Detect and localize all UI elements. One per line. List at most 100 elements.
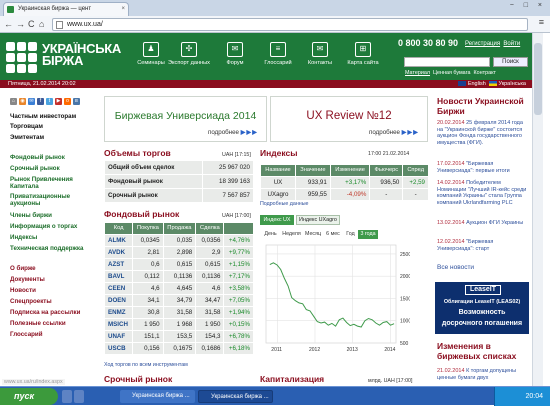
tab-index-ux[interactable]: Индекс UX bbox=[260, 215, 294, 225]
quicklaunch-icon[interactable] bbox=[62, 390, 72, 403]
register-link[interactable]: Регистрация bbox=[465, 41, 500, 47]
table-row[interactable]: ALMK 0,0345 0,035 0,0356 +4,76% bbox=[103, 234, 254, 247]
sidebar-item-links[interactable]: Полезные ссылки bbox=[10, 320, 92, 327]
sidebar-item-private-investors[interactable]: Частным инвесторам bbox=[10, 113, 92, 120]
current-date: Пятница, 21.02.2014 20:02 bbox=[8, 81, 76, 87]
home-icon[interactable]: ⌂ bbox=[39, 19, 44, 29]
news-item[interactable]: 13.02.2014 Аукцион ФГИ Украины bbox=[437, 220, 529, 227]
table-row[interactable]: USCB 0,156 0,1675 0,1686 +6,18% bbox=[103, 342, 254, 355]
start-button[interactable]: пуск bbox=[0, 388, 58, 405]
search-input[interactable] bbox=[404, 57, 490, 67]
wrench-menu-icon[interactable]: ≡ bbox=[539, 17, 544, 27]
stock-market-heading: Фондовый рынок bbox=[104, 209, 180, 219]
volumes-table: Общий объем сделок 25 967 020 Фондовый ры… bbox=[103, 160, 254, 203]
period-week[interactable]: Неделя bbox=[280, 230, 303, 239]
index-details-link[interactable]: Подробные данные bbox=[260, 201, 308, 207]
all-tools-link[interactable]: Ход торгов по всем инструментам bbox=[104, 362, 188, 368]
table-row[interactable]: ENMZ 30,8 31,58 31,58 +1,94% bbox=[103, 306, 254, 319]
sidebar-item-subscribe[interactable]: Подписка на рассылки bbox=[10, 309, 92, 316]
news-item[interactable]: 17.02.2014 "Биржевая Универсиада": первы… bbox=[437, 161, 529, 174]
lang-ukrainian[interactable]: Українська bbox=[498, 81, 526, 87]
leaseit-banner[interactable]: LeaseIT Облигации LeaseIT (LEAS02) Возмо… bbox=[435, 282, 529, 334]
quicklaunch-icon[interactable] bbox=[74, 390, 84, 403]
window-controls[interactable]: − □ × bbox=[510, 2, 546, 9]
table-row[interactable]: CEEN 4,6 4,645 4,6 +3,58% bbox=[103, 282, 254, 295]
reload-icon[interactable]: C bbox=[28, 19, 35, 29]
logo-text[interactable]: УКРАЇНСЬКА БІРЖА bbox=[42, 42, 121, 67]
sidebar-item-indices[interactable]: Индексы bbox=[10, 234, 92, 241]
twitter-icon[interactable]: t bbox=[46, 98, 53, 105]
search-button[interactable]: Поиск bbox=[493, 57, 528, 67]
banner-ux-review[interactable]: UX Review №12 подробнее ▶▶▶ bbox=[270, 96, 428, 142]
period-3years[interactable]: 3 года bbox=[358, 230, 378, 239]
table-row[interactable]: MSICH 1 950 1 968 1 950 +0,15% bbox=[103, 318, 254, 331]
scrollbar-thumb[interactable] bbox=[534, 43, 542, 115]
futures-heading: Срочный рынок bbox=[104, 374, 173, 384]
news-item[interactable]: 14.02.2014 Победителем Номинации "Лучший… bbox=[437, 180, 529, 206]
sidebar-item-members[interactable]: Члены биржи bbox=[10, 212, 92, 219]
taskbar-item[interactable]: Украинская биржа ... bbox=[120, 390, 195, 403]
sidebar-item-support[interactable]: Техническая поддержка bbox=[10, 245, 92, 252]
browser-tab[interactable]: Украинская биржа — цент × bbox=[3, 2, 129, 16]
chart-y-tick-label: 1500 bbox=[400, 296, 410, 302]
sidebar-item-trading-info[interactable]: Информация о торгах bbox=[10, 223, 92, 230]
close-tab-icon[interactable]: × bbox=[121, 3, 125, 15]
news-item[interactable]: 20.02.2014 25 февраля 2014 года на "Укра… bbox=[437, 120, 529, 146]
home-icon[interactable]: ⌂ bbox=[10, 98, 17, 105]
nav-forum[interactable]: ✉ Форум bbox=[212, 40, 258, 66]
browser-tab-strip: Украинская биржа — цент × − □ × bbox=[0, 0, 550, 16]
social-icons: ⌂ ◉ ✉ f t ▶ o в bbox=[10, 97, 82, 105]
sidebar-item-documents[interactable]: Документы bbox=[10, 276, 92, 283]
all-news-link[interactable]: Все новости bbox=[437, 264, 529, 272]
sidebar-item-glossary[interactable]: Глоссарий bbox=[10, 331, 92, 338]
sidebar-item-futures[interactable]: Срочный рынок bbox=[10, 165, 92, 172]
nav-contacts[interactable]: ✉ Контакты bbox=[297, 40, 343, 66]
table-row[interactable]: BAVL 0,112 0,1136 0,1136 +7,17% bbox=[103, 270, 254, 283]
sidebar-item-news[interactable]: Новости bbox=[10, 287, 92, 294]
flag-uk-icon bbox=[458, 81, 467, 87]
period-6months[interactable]: 6 мес bbox=[323, 230, 343, 239]
search-scope-security[interactable]: Ценная бумага bbox=[433, 70, 471, 76]
table-row[interactable]: DOEN 34,1 34,79 34,47 +7,05% bbox=[103, 294, 254, 307]
tab-index-uxagro[interactable]: Индекс UXagro bbox=[296, 215, 340, 225]
sidebar-item-special[interactable]: Спецпроекты bbox=[10, 298, 92, 305]
email-icon[interactable]: ✉ bbox=[28, 98, 35, 105]
banner-ux-review-more[interactable]: подробнее ▶▶▶ bbox=[369, 129, 419, 136]
nav-sitemap[interactable]: ⊞ Карта сайта bbox=[340, 40, 386, 66]
sidebar-item-issuers[interactable]: Эмитентам bbox=[10, 134, 92, 141]
sidebar-item-privatization[interactable]: Приватизационные аукционы bbox=[10, 193, 92, 207]
back-icon[interactable]: ← bbox=[4, 19, 13, 29]
sidebar-item-stock-market[interactable]: Фондовый рынок bbox=[10, 154, 92, 161]
login-link[interactable]: Войти bbox=[503, 41, 520, 47]
period-day[interactable]: День bbox=[262, 230, 279, 239]
table-row[interactable]: AZST 0,6 0,615 0,615 +1,15% bbox=[103, 258, 254, 271]
news-item[interactable]: 21.02.2014 К торгам допущены ценные бума… bbox=[437, 368, 529, 381]
search-scope-contract[interactable]: Контракт bbox=[474, 70, 496, 76]
news-item[interactable]: 12.02.2014 "Биржевая Универсиада": старт bbox=[437, 239, 529, 252]
page-scrollbar[interactable] bbox=[532, 33, 543, 386]
nav-glossary[interactable]: ≡ Глоссарий bbox=[255, 40, 301, 66]
address-bar[interactable]: www.ux.ua/ ☆ bbox=[52, 18, 528, 31]
sidebar-item-capital[interactable]: Рынок Привлечения Капитала bbox=[10, 176, 92, 190]
sidebar-item-about[interactable]: О бирже bbox=[10, 265, 92, 272]
lang-english[interactable]: English bbox=[468, 81, 486, 87]
banner-universiade-more[interactable]: подробнее ▶▶▶ bbox=[208, 129, 258, 136]
volumes-unit: UAH [17:15] bbox=[222, 152, 251, 158]
rss-icon[interactable]: ◉ bbox=[19, 98, 26, 105]
search-scope-material[interactable]: Материал bbox=[405, 70, 430, 76]
youtube-icon[interactable]: ▶ bbox=[55, 98, 62, 105]
table-row[interactable]: AVDK 2,81 2,898 2,9 +9,77% bbox=[103, 246, 254, 259]
facebook-icon[interactable]: f bbox=[37, 98, 44, 105]
vkontakte-icon[interactable]: в bbox=[73, 98, 80, 105]
forward-icon[interactable]: → bbox=[16, 19, 25, 29]
nav-export[interactable]: ✣ Экспорт данных bbox=[166, 40, 212, 66]
period-year[interactable]: Год bbox=[344, 230, 357, 239]
taskbar-item-active[interactable]: Украинская биржа ... bbox=[198, 390, 273, 403]
table-row[interactable]: UNAF 151,1 153,5 154,3 +6,78% bbox=[103, 330, 254, 343]
logo-icon[interactable] bbox=[6, 42, 38, 73]
odnoklassniki-icon[interactable]: o bbox=[64, 98, 71, 105]
period-month[interactable]: Месяц bbox=[304, 230, 322, 239]
banner-universiade[interactable]: Биржевая Универсиада 2014 подробнее ▶▶▶ bbox=[104, 96, 267, 142]
date-bar: Пятница, 21.02.2014 20:02 English Україн… bbox=[0, 80, 532, 88]
sidebar-item-traders[interactable]: Торговцам bbox=[10, 123, 92, 130]
